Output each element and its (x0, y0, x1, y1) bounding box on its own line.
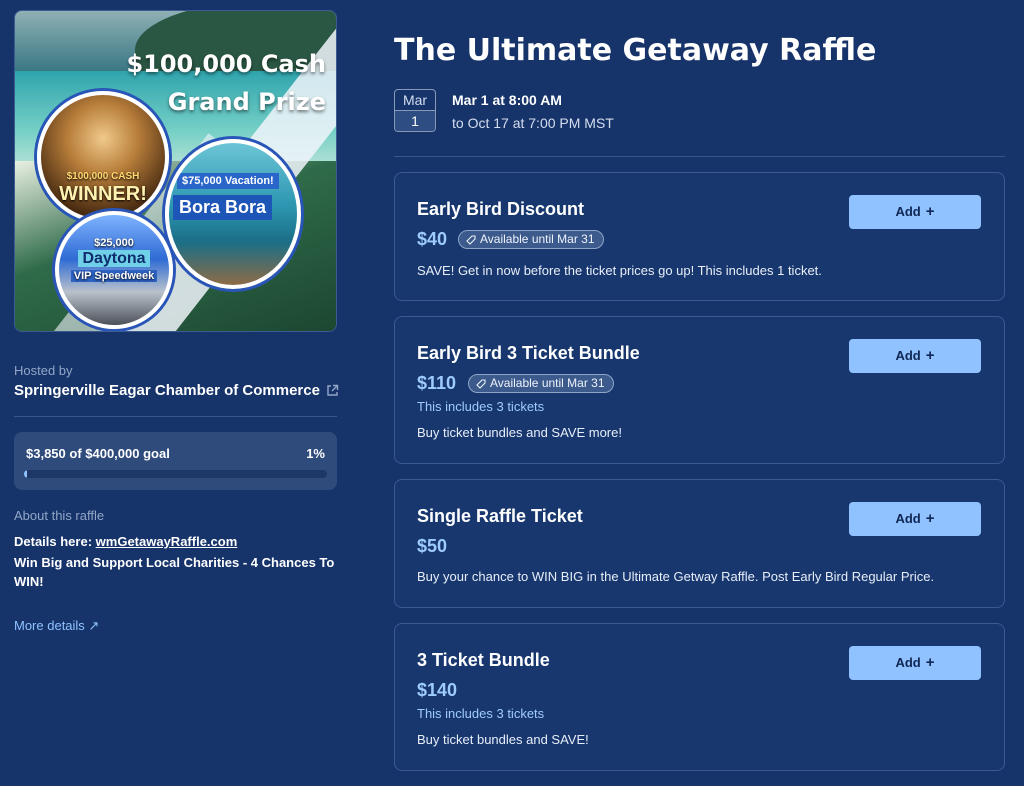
right-divider (394, 156, 1005, 157)
daytona-amount: $25,000 (94, 237, 134, 249)
external-link-icon[interactable] (326, 384, 339, 401)
plus-icon[interactable]: + (926, 203, 935, 220)
ticket-price: $140 (417, 680, 458, 700)
promo-headline-line1: $100,000 Cash (126, 50, 326, 78)
event-end-time: to Oct 17 at 7:00 PM MST (452, 115, 614, 131)
add-button-label[interactable]: Add (895, 348, 920, 363)
details-website-link[interactable]: wmGetawayRaffle.com (96, 534, 238, 549)
raffle-description: Win Big and Support Local Charities - 4 … (14, 555, 335, 589)
ticket-includes: This includes 3 tickets (417, 399, 545, 414)
bora-bora-tag: $75,000 Vacation! (177, 173, 279, 189)
winner-prize-circle: $100,000 CASH WINNER! (37, 91, 169, 223)
goal-progress-fill (24, 470, 28, 478)
add-button-label[interactable]: Add (895, 204, 920, 219)
tag-icon (466, 235, 476, 245)
goal-text: $3,850 of $400,000 goal (26, 446, 170, 461)
add-ticket-button[interactable]: Add + (849, 502, 981, 536)
ticket-card: 3 Ticket Bundle $140 This includes 3 tic… (394, 623, 1005, 771)
hosted-by-label: Hosted by (14, 363, 73, 378)
bora-bora-place: Bora Bora (173, 195, 273, 220)
goal-percent: 1% (306, 446, 325, 461)
goal-progress-card: $3,850 of $400,000 goal 1% (14, 432, 337, 490)
calendar-date-badge: Mar 1 (394, 89, 436, 132)
ticket-name: 3 Ticket Bundle (417, 650, 550, 670)
plus-icon[interactable]: + (926, 510, 935, 527)
ticket-price: $40 (417, 229, 448, 249)
add-ticket-button[interactable]: Add + (849, 195, 981, 229)
ticket-price: $110 (417, 373, 457, 393)
ticket-price: $50 (417, 536, 448, 556)
add-ticket-button[interactable]: Add + (849, 646, 981, 680)
ticket-card: Early Bird Discount $40 Available until … (394, 172, 1005, 301)
promo-headline-line2: Grand Prize (167, 88, 326, 116)
daytona-sub: VIP Speedweek (70, 270, 158, 282)
availability-badge-text: Available until Mar 31 (490, 376, 605, 390)
add-button-label[interactable]: Add (895, 511, 920, 526)
ticket-includes: This includes 3 tickets (417, 706, 545, 721)
availability-badge: Available until Mar 31 (468, 374, 614, 393)
page-title: The Ultimate Getaway Raffle (394, 33, 877, 68)
plus-icon[interactable]: + (926, 654, 935, 671)
details-prefix: Details here: (14, 534, 96, 549)
ticket-card: Early Bird 3 Ticket Bundle $110 Availabl… (394, 316, 1005, 464)
calendar-day: 1 (395, 111, 435, 131)
add-ticket-button[interactable]: Add + (849, 339, 981, 373)
left-divider (14, 416, 337, 417)
event-start-time: Mar 1 at 8:00 AM (452, 92, 562, 108)
plus-icon[interactable]: + (926, 347, 935, 364)
add-button-label[interactable]: Add (895, 655, 920, 670)
daytona-prize-circle: $25,000 Daytona VIP Speedweek (55, 211, 173, 329)
ticket-card: Single Raffle Ticket $50 Buy your chance… (394, 479, 1005, 608)
ticket-description: SAVE! Get in now before the ticket price… (417, 263, 822, 278)
raffle-promo-image: $100,000 Cash Grand Prize $100,000 CASH … (14, 10, 337, 332)
details-line: Details here: wmGetawayRaffle.com (14, 534, 237, 549)
bora-bora-prize-circle: $75,000 Vacation! Bora Bora (165, 139, 301, 289)
winner-amount: $100,000 CASH (66, 171, 140, 182)
goal-progress-bar (24, 470, 327, 478)
ticket-name: Early Bird 3 Ticket Bundle (417, 343, 640, 363)
ticket-description: Buy ticket bundles and SAVE more! (417, 425, 622, 440)
ticket-description: Buy ticket bundles and SAVE! (417, 732, 589, 747)
about-raffle-label: About this raffle (14, 508, 105, 523)
more-details-link[interactable]: More details ↗ (14, 618, 99, 634)
ticket-description: Buy your chance to WIN BIG in the Ultima… (417, 569, 935, 584)
host-link[interactable]: Springerville Eagar Chamber of Commerce (14, 382, 339, 401)
availability-badge: Available until Mar 31 (458, 230, 604, 249)
ticket-name: Early Bird Discount (417, 199, 585, 219)
daytona-name: Daytona (78, 250, 150, 267)
ticket-name: Single Raffle Ticket (417, 506, 583, 526)
calendar-month: Mar (395, 90, 435, 111)
promo-headline: $100,000 Cash Grand Prize (126, 45, 336, 121)
tag-icon (476, 379, 486, 389)
host-name[interactable]: Springerville Eagar Chamber of Commerce (14, 382, 320, 399)
winner-word: WINNER! (59, 183, 147, 205)
availability-badge-text: Available until Mar 31 (480, 232, 595, 246)
